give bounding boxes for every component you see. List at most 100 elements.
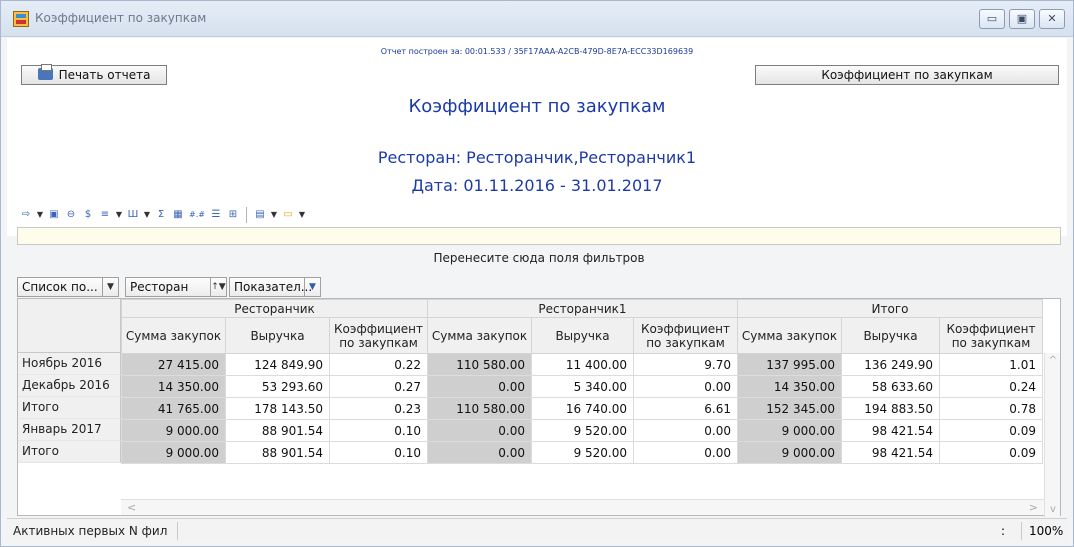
table-cell[interactable]: 0.23 [329, 397, 428, 420]
table-cell[interactable]: 0.00 [427, 419, 532, 442]
table-cell[interactable]: 0.22 [329, 353, 428, 376]
vertical-scrollbar[interactable]: ^ v [1044, 353, 1060, 517]
table-cell[interactable]: 137 995.00 [737, 353, 842, 376]
maximize-button[interactable]: ▣ [1009, 9, 1035, 29]
table-cell[interactable]: 0.10 [329, 419, 428, 442]
column-icon[interactable]: ≡ [98, 208, 112, 222]
format-icon[interactable]: ▦ [171, 208, 185, 222]
horizontal-scrollbar[interactable]: < > [121, 499, 1044, 515]
table-cell[interactable]: 124 849.90 [225, 353, 330, 376]
table-cell[interactable]: 98 421.54 [841, 441, 940, 464]
chevron-down-icon[interactable]: ▼ [298, 208, 306, 222]
table-cell[interactable]: 98 421.54 [841, 419, 940, 442]
table-cell[interactable]: 9.70 [633, 353, 738, 376]
table-cell[interactable]: 0.00 [633, 375, 738, 398]
list-field-button[interactable]: Список по... ▼ [17, 277, 119, 297]
table-cell[interactable]: 0.78 [939, 397, 1043, 420]
table-cell[interactable]: 0.00 [633, 419, 738, 442]
table-cell[interactable]: 0.09 [939, 419, 1043, 442]
table-cell[interactable]: 9 000.00 [737, 419, 842, 442]
table-cell[interactable]: 11 400.00 [531, 353, 634, 376]
chevron-down-icon[interactable]: ▼ [270, 208, 278, 222]
chevron-down-icon[interactable]: ▼ [115, 208, 123, 222]
row-label[interactable]: Январь 2017 [18, 419, 121, 441]
row-label[interactable]: Итого [18, 441, 121, 463]
column-header[interactable]: Выручка [225, 317, 330, 354]
folder-icon[interactable]: ▭ [281, 208, 295, 222]
table-cell[interactable]: 0.00 [427, 375, 532, 398]
table-cell[interactable]: 110 580.00 [427, 397, 532, 420]
table-cell[interactable]: 0.00 [427, 441, 532, 464]
table-cell[interactable]: 58 633.60 [841, 375, 940, 398]
table-cell[interactable]: 6.61 [633, 397, 738, 420]
decimal-icon[interactable]: #.# [188, 208, 206, 222]
table-cell[interactable]: 9 000.00 [121, 441, 226, 464]
sort-icon[interactable]: ↑▼ [210, 278, 226, 296]
table-cell[interactable]: 152 345.00 [737, 397, 842, 420]
save-icon[interactable]: ▤ [253, 208, 267, 222]
scroll-down-icon[interactable]: v [1045, 504, 1061, 515]
table-cell[interactable]: 178 143.50 [225, 397, 330, 420]
table-cell[interactable]: 53 293.60 [225, 375, 330, 398]
layout-icon[interactable]: ▣ [47, 208, 61, 222]
bar-icon[interactable]: Ш [126, 208, 140, 222]
grid-icon[interactable]: ⊞ [226, 208, 240, 222]
column-header[interactable]: Сумма закупок [121, 317, 226, 354]
row-label[interactable]: Итого [18, 397, 121, 419]
group-header[interactable]: Итого [737, 299, 1043, 318]
column-header[interactable]: Коэффициент по закупкам [939, 317, 1043, 354]
table-cell[interactable]: 0.00 [633, 441, 738, 464]
zoom-level[interactable]: 100% [1029, 524, 1063, 538]
column-header[interactable]: Коэффициент по закупкам [329, 317, 428, 354]
export-icon[interactable]: ⇨ [19, 208, 33, 222]
chevron-down-icon[interactable]: ▼ [143, 208, 151, 222]
column-header[interactable]: Коэффициент по закупкам [633, 317, 738, 354]
table-cell[interactable]: 16 740.00 [531, 397, 634, 420]
table-cell[interactable]: 0.24 [939, 375, 1043, 398]
table-cell[interactable]: 5 340.00 [531, 375, 634, 398]
scroll-up-icon[interactable]: ^ [1045, 355, 1061, 366]
report-name-button[interactable]: Коэффициент по закупкам [755, 65, 1059, 85]
close-button[interactable]: ✕ [1039, 9, 1065, 29]
table-cell[interactable]: 88 901.54 [225, 419, 330, 442]
minimize-button[interactable]: ▭ [979, 9, 1005, 29]
table-cell[interactable]: 41 765.00 [121, 397, 226, 420]
table-cell[interactable]: 194 883.50 [841, 397, 940, 420]
table-cell[interactable]: 14 350.00 [737, 375, 842, 398]
table-cell[interactable]: 0.27 [329, 375, 428, 398]
table-cell[interactable]: 1.01 [939, 353, 1043, 376]
table-cell[interactable]: 9 520.00 [531, 419, 634, 442]
indicators-field-button[interactable]: Показател... ▼ [229, 277, 321, 297]
print-report-button[interactable]: Печать отчета [21, 64, 167, 85]
currency-icon[interactable]: $ [81, 208, 95, 222]
hide-icon[interactable]: ⊖ [64, 208, 78, 222]
group-header[interactable]: Ресторанчик1 [427, 299, 738, 318]
table-cell[interactable]: 0.10 [329, 441, 428, 464]
row-label[interactable]: Ноябрь 2016 [18, 353, 121, 375]
column-header[interactable]: Сумма закупок [427, 317, 532, 354]
chevron-down-icon[interactable]: ▼ [36, 208, 44, 222]
table-cell[interactable]: 110 580.00 [427, 353, 532, 376]
table-cell[interactable]: 136 249.90 [841, 353, 940, 376]
scroll-left-icon[interactable]: < [127, 501, 136, 514]
table-cell[interactable]: 88 901.54 [225, 441, 330, 464]
group-header[interactable]: Ресторанчик [121, 299, 428, 318]
filter-drop-area[interactable]: Перенесите сюда поля фильтров [17, 251, 1061, 265]
chevron-down-icon[interactable]: ▼ [102, 278, 118, 296]
column-header[interactable]: Выручка [841, 317, 940, 354]
sum-icon[interactable]: Σ [154, 208, 168, 222]
table-cell[interactable]: 27 415.00 [121, 353, 226, 376]
table-cell[interactable]: 9 000.00 [737, 441, 842, 464]
row-label[interactable]: Декабрь 2016 [18, 375, 121, 397]
table-cell[interactable]: 0.09 [939, 441, 1043, 464]
table-cell[interactable]: 9 520.00 [531, 441, 634, 464]
filter-bar[interactable] [17, 227, 1061, 245]
table-cell[interactable]: 14 350.00 [121, 375, 226, 398]
filter-icon[interactable]: ▼ [304, 278, 320, 296]
scroll-right-icon[interactable]: > [1029, 501, 1038, 514]
restaurant-field-button[interactable]: Ресторан ↑▼ [125, 277, 227, 297]
align-icon[interactable]: ☰ [209, 208, 223, 222]
column-header[interactable]: Выручка [531, 317, 634, 354]
table-cell[interactable]: 9 000.00 [121, 419, 226, 442]
column-header[interactable]: Сумма закупок [737, 317, 842, 354]
